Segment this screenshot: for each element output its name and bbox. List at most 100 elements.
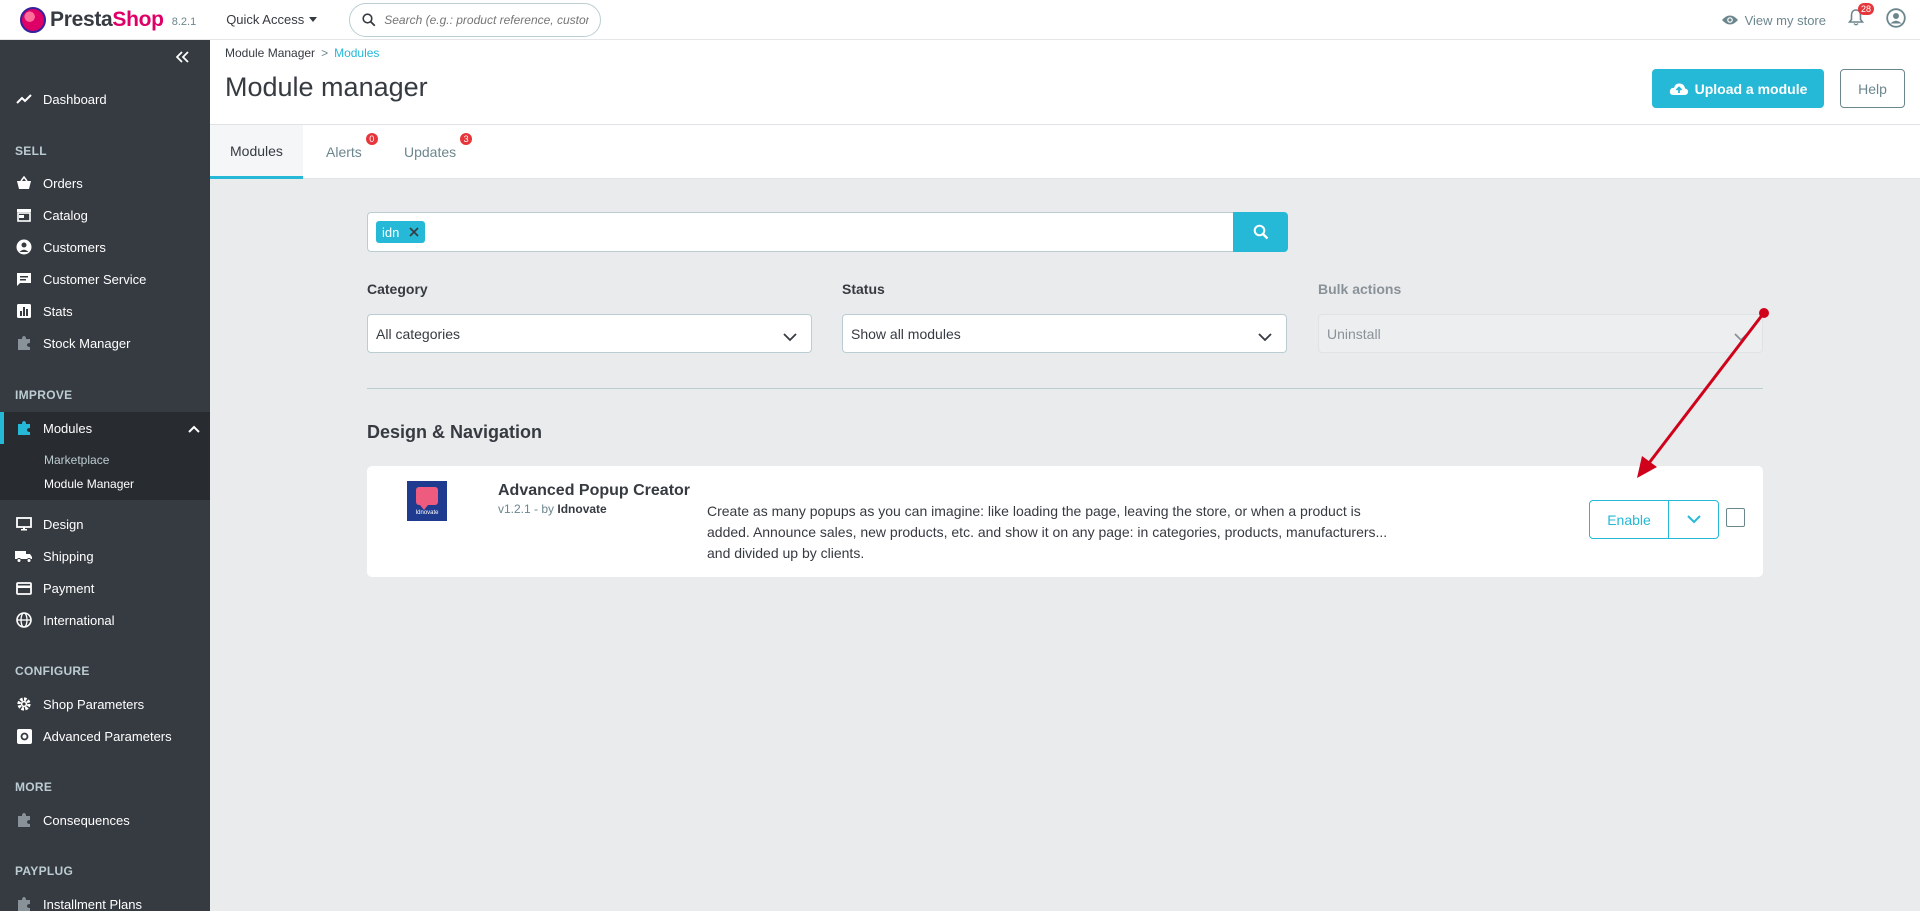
sidebar-item-shipping[interactable]: Shipping — [0, 540, 210, 572]
updates-badge: 3 — [460, 133, 473, 145]
prestashop-logo-icon — [20, 6, 46, 33]
sidebar-section-improve: IMPROVE — [15, 388, 73, 402]
breadcrumb-parent[interactable]: Module Manager — [225, 46, 315, 60]
chat-icon — [15, 271, 33, 287]
bulk-actions-select: Uninstall — [1318, 314, 1763, 353]
sidebar-item-catalog[interactable]: Catalog — [0, 199, 210, 231]
notifications-badge: 28 — [1858, 3, 1875, 15]
upload-module-button[interactable]: Upload a module — [1652, 69, 1824, 108]
module-select-checkbox[interactable] — [1726, 508, 1745, 527]
account-icon — [15, 239, 33, 255]
chevron-down-icon — [1258, 329, 1272, 345]
sidebar-item-payment[interactable]: Payment — [0, 572, 210, 604]
sidebar-item-shop-parameters[interactable]: Shop Parameters — [0, 688, 210, 720]
sidebar-item-dashboard[interactable]: Dashboard — [0, 83, 210, 115]
sidebar-item-label: Customer Service — [43, 271, 147, 287]
module-description: Create as many popups as you can imagine… — [707, 503, 1388, 561]
store-icon — [15, 207, 33, 223]
tab-alerts[interactable]: Alerts 0 — [306, 125, 382, 179]
sidebar-item-label: Dashboard — [43, 91, 107, 107]
sidebar-item-consequences[interactable]: Consequences — [0, 804, 210, 836]
remove-tag-icon[interactable] — [409, 224, 419, 240]
module-actions-dropdown[interactable] — [1668, 500, 1719, 539]
bulk-actions-label: Bulk actions — [1318, 281, 1402, 297]
submenu-item-module-manager[interactable]: Module Manager — [0, 472, 210, 496]
sidebar-section-payplug: PAYPLUG — [15, 864, 74, 878]
basket-icon — [15, 175, 33, 191]
quick-access-label: Quick Access — [226, 12, 305, 27]
category-select[interactable]: All categories — [367, 314, 812, 353]
sidebar-item-customer-service[interactable]: Customer Service — [0, 263, 210, 295]
sidebar-item-advanced-parameters[interactable]: Advanced Parameters — [0, 720, 210, 752]
chevron-down-icon — [1686, 515, 1701, 524]
sidebar-item-label: Installment Plans — [43, 896, 142, 911]
sidebar: Dashboard SELL Orders Catalog Customers … — [0, 40, 210, 911]
user-icon — [1886, 7, 1906, 28]
truck-icon — [15, 548, 33, 564]
search-icon — [362, 12, 376, 26]
sidebar-item-label: Shipping — [43, 548, 94, 564]
speech-bubble-icon — [416, 486, 438, 510]
module-category-title: Design & Navigation — [367, 422, 543, 442]
status-select-value: Show all modules — [851, 325, 961, 342]
puzzle-icon — [15, 335, 33, 351]
page-title: Module manager — [225, 72, 428, 102]
chevron-down-icon — [783, 329, 797, 345]
cloud-upload-icon — [1669, 82, 1688, 95]
bulk-actions-value: Uninstall — [1327, 325, 1381, 342]
version-label: 8.2.1 — [171, 15, 197, 28]
sidebar-item-label: Stock Manager — [43, 335, 131, 351]
sidebar-item-stats[interactable]: Stats — [0, 295, 210, 327]
sidebar-item-orders[interactable]: Orders — [0, 167, 210, 199]
category-select-value: All categories — [376, 325, 461, 342]
module-logo-text: Idnovate — [415, 509, 439, 516]
sidebar-item-design[interactable]: Design — [0, 508, 210, 540]
breadcrumb-current[interactable]: Modules — [334, 46, 379, 60]
status-label: Status — [842, 281, 885, 297]
sidebar-item-stock-manager[interactable]: Stock Manager — [0, 327, 210, 359]
module-search-button[interactable] — [1233, 212, 1288, 252]
bar-chart-icon — [15, 303, 33, 319]
settings-box-icon — [15, 728, 33, 744]
module-card: Idnovate Advanced Popup Creator v1.2.1 -… — [367, 466, 1763, 577]
enable-button[interactable]: Enable — [1589, 500, 1669, 539]
sidebar-item-label: Design — [43, 516, 84, 532]
sidebar-item-label: International — [43, 612, 115, 628]
prestashop-logo[interactable]: PrestaShop 8.2.1 — [20, 6, 197, 33]
search-tag: idn — [376, 221, 426, 243]
module-logo: Idnovate — [407, 481, 447, 521]
view-store-link[interactable]: View my store — [1721, 13, 1826, 28]
help-button[interactable]: Help — [1840, 69, 1905, 108]
submenu-item-marketplace[interactable]: Marketplace — [0, 448, 210, 472]
header-search[interactable] — [349, 2, 602, 37]
collapse-sidebar-icon[interactable] — [175, 50, 190, 68]
puzzle-icon — [15, 896, 33, 911]
sidebar-item-installment-plans[interactable]: Installment Plans — [0, 888, 210, 911]
module-name[interactable]: Advanced Popup Creator — [498, 482, 690, 500]
module-author: Idnovate — [557, 502, 607, 516]
page-header: Module Manager > Modules Module manager Up… — [210, 40, 1920, 179]
active-indicator — [0, 412, 4, 444]
notifications-button[interactable]: 28 — [1847, 3, 1875, 31]
user-menu[interactable] — [1886, 7, 1906, 33]
quick-access-menu[interactable]: Quick Access — [226, 12, 318, 27]
globe-icon — [15, 612, 33, 628]
category-label: Category — [367, 281, 428, 297]
sidebar-item-international[interactable]: International — [0, 604, 210, 636]
tab-updates[interactable]: Updates 3 — [384, 125, 476, 179]
status-select[interactable]: Show all modules — [842, 314, 1287, 353]
header-search-input[interactable] — [384, 12, 590, 27]
sidebar-item-modules[interactable]: Modules — [0, 412, 210, 444]
search-tag-label: idn — [382, 224, 400, 240]
tab-modules[interactable]: Modules — [210, 125, 303, 179]
sidebar-item-label: Customers — [43, 239, 106, 255]
module-search-box[interactable]: idn — [367, 212, 1234, 252]
desktop-icon — [15, 516, 33, 532]
sidebar-item-customers[interactable]: Customers — [0, 231, 210, 263]
tab-label: Alerts — [326, 144, 362, 160]
divider — [367, 388, 1763, 389]
sidebar-section-sell: SELL — [15, 144, 47, 158]
view-store-label: View my store — [1744, 12, 1826, 28]
puzzle-icon — [15, 812, 33, 828]
sidebar-item-label: Payment — [43, 580, 95, 596]
